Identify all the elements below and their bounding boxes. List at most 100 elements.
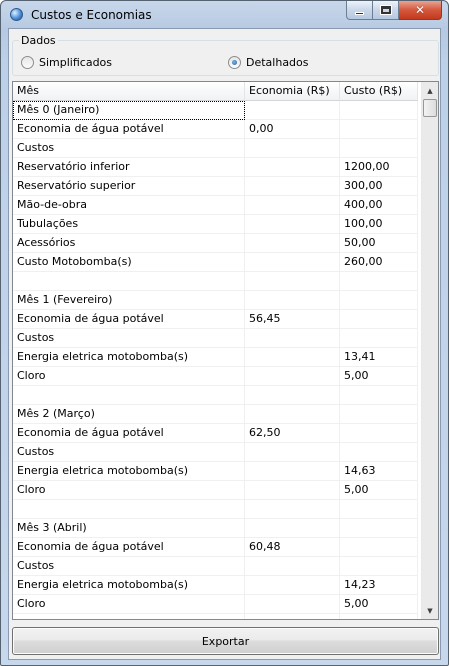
table-row[interactable]: Custos — [13, 557, 418, 576]
cell-custo[interactable] — [340, 500, 418, 519]
cell-economia[interactable] — [245, 595, 340, 614]
cell-economia[interactable]: 62,50 — [245, 424, 340, 443]
cell-custo[interactable] — [340, 557, 418, 576]
cell-mes[interactable]: Cloro — [13, 367, 245, 386]
cell-custo[interactable] — [340, 310, 418, 329]
cell-custo[interactable] — [340, 538, 418, 557]
cell-custo[interactable]: 5,00 — [340, 595, 418, 614]
cell-custo[interactable] — [340, 139, 418, 158]
cell-custo[interactable]: 14,63 — [340, 462, 418, 481]
scroll-up-arrow-icon[interactable]: ▲ — [422, 82, 438, 99]
cell-custo[interactable]: 14,23 — [340, 576, 418, 595]
table-row[interactable]: Energia eletrica motobomba(s) 14,63 — [13, 462, 418, 481]
radio-circle-simplificados[interactable] — [21, 56, 34, 69]
cell-economia[interactable] — [245, 519, 340, 538]
table-row[interactable]: Mão-de-obra 400,00 — [13, 196, 418, 215]
cell-economia[interactable] — [245, 443, 340, 462]
cell-custo[interactable] — [340, 405, 418, 424]
table-row[interactable]: Reservatório inferior 1200,00 — [13, 158, 418, 177]
cell-custo[interactable]: 260,00 — [340, 253, 418, 272]
cell-mes[interactable]: Mês 0 (Janeiro) — [13, 101, 245, 120]
cell-economia[interactable] — [245, 557, 340, 576]
cell-mes[interactable]: Energia eletrica motobomba(s) — [13, 348, 245, 367]
cell-economia[interactable] — [245, 139, 340, 158]
cell-custo[interactable] — [340, 519, 418, 538]
cell-custo[interactable] — [340, 386, 418, 405]
table-row[interactable] — [13, 386, 418, 405]
table-row[interactable]: Economia de água potável 0,00 — [13, 120, 418, 139]
cell-custo[interactable]: 5,00 — [340, 367, 418, 386]
column-header-economia[interactable]: Economia (R$) — [245, 82, 340, 101]
cell-mes[interactable]: Mês 2 (Março) — [13, 405, 245, 424]
table-row[interactable]: Cloro 5,00 — [13, 481, 418, 500]
column-header-mes[interactable]: Mês — [13, 82, 245, 101]
vertical-scrollbar[interactable]: ▲ ▼ — [421, 82, 438, 619]
export-button[interactable]: Exportar — [12, 627, 439, 655]
cell-mes[interactable]: Custos — [13, 443, 245, 462]
cell-economia[interactable] — [245, 101, 340, 120]
table-row[interactable]: Economia de água potável 62,50 — [13, 424, 418, 443]
costs-table[interactable]: Mês Economia (R$) Custo (R$) Mês 0 (Jane… — [12, 81, 439, 620]
cell-mes[interactable] — [13, 272, 245, 291]
cell-economia[interactable] — [245, 177, 340, 196]
cell-economia[interactable] — [245, 386, 340, 405]
table-row[interactable]: Tubulações 100,00 — [13, 215, 418, 234]
cell-economia[interactable] — [245, 253, 340, 272]
table-row[interactable] — [13, 500, 418, 519]
table-row[interactable]: Economia de água potável 60,48 — [13, 538, 418, 557]
column-header-custo[interactable]: Custo (R$) — [340, 82, 418, 101]
cell-mes[interactable]: Energia eletrica motobomba(s) — [13, 462, 245, 481]
cell-mes[interactable]: Custo Motobomba(s) — [13, 253, 245, 272]
radio-simplificados[interactable]: Simplificados — [21, 56, 112, 69]
cell-economia[interactable] — [245, 405, 340, 424]
cell-economia[interactable] — [245, 576, 340, 595]
table-row[interactable]: Mês 2 (Março) — [13, 405, 418, 424]
cell-economia[interactable]: 60,48 — [245, 538, 340, 557]
table-row[interactable]: Custos — [13, 139, 418, 158]
cell-custo[interactable] — [340, 120, 418, 139]
table-row[interactable]: Acessórios 50,00 — [13, 234, 418, 253]
cell-custo[interactable] — [340, 614, 418, 619]
table-row[interactable]: Energia eletrica motobomba(s) 13,41 — [13, 348, 418, 367]
table-row[interactable] — [13, 272, 418, 291]
cell-mes[interactable]: Reservatório inferior — [13, 158, 245, 177]
cell-economia[interactable] — [245, 196, 340, 215]
cell-custo[interactable] — [340, 291, 418, 310]
cell-economia[interactable] — [245, 500, 340, 519]
table-row[interactable]: Mês 1 (Fevereiro) — [13, 291, 418, 310]
title-bar[interactable]: Custos e Economias ✕ — [1, 1, 448, 27]
cell-mes[interactable]: Mão-de-obra — [13, 196, 245, 215]
cell-custo[interactable]: 400,00 — [340, 196, 418, 215]
cell-mes[interactable] — [13, 500, 245, 519]
cell-economia[interactable] — [245, 329, 340, 348]
cell-economia[interactable] — [245, 614, 340, 619]
cell-mes[interactable]: Tubulações — [13, 215, 245, 234]
cell-economia[interactable] — [245, 215, 340, 234]
radio-circle-detalhados[interactable] — [228, 56, 241, 69]
cell-mes[interactable]: Economia de água potável — [13, 424, 245, 443]
table-row[interactable] — [13, 614, 418, 619]
cell-economia[interactable] — [245, 272, 340, 291]
cell-economia[interactable] — [245, 481, 340, 500]
table-row[interactable]: Custos — [13, 443, 418, 462]
table-row[interactable]: Custos — [13, 329, 418, 348]
table-row[interactable]: Reservatório superior 300,00 — [13, 177, 418, 196]
table-row[interactable]: Cloro 5,00 — [13, 367, 418, 386]
cell-custo[interactable] — [340, 443, 418, 462]
cell-mes[interactable] — [13, 386, 245, 405]
table-row[interactable]: Cloro 5,00 — [13, 595, 418, 614]
cell-custo[interactable] — [340, 424, 418, 443]
cell-mes[interactable]: Economia de água potável — [13, 120, 245, 139]
cell-mes[interactable]: Cloro — [13, 481, 245, 500]
cell-custo[interactable] — [340, 101, 418, 120]
cell-mes[interactable]: Reservatório superior — [13, 177, 245, 196]
cell-economia[interactable] — [245, 234, 340, 253]
cell-economia[interactable] — [245, 158, 340, 177]
cell-economia[interactable]: 0,00 — [245, 120, 340, 139]
table-row[interactable]: Mês 3 (Abril) — [13, 519, 418, 538]
minimize-button[interactable] — [346, 1, 373, 20]
cell-mes[interactable]: Mês 1 (Fevereiro) — [13, 291, 245, 310]
cell-custo[interactable]: 100,00 — [340, 215, 418, 234]
table-row[interactable]: Energia eletrica motobomba(s) 14,23 — [13, 576, 418, 595]
cell-mes[interactable]: Economia de água potável — [13, 310, 245, 329]
